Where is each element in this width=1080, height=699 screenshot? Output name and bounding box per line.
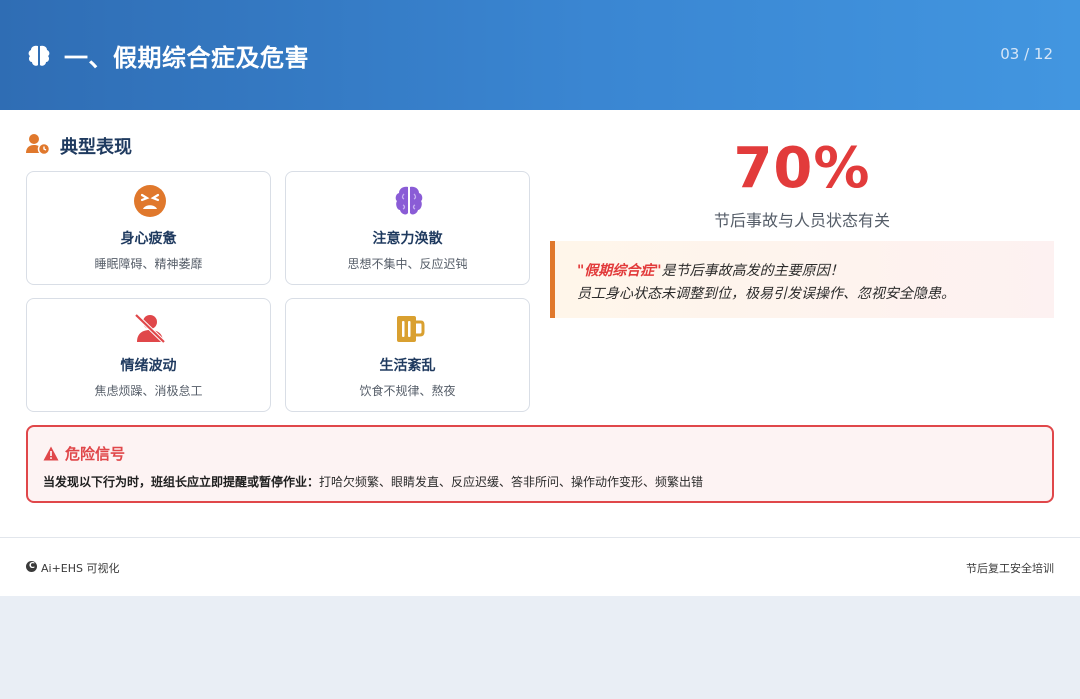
callout-quote: "假期综合症"是节后事故高发的主要原因！ 员工身心状态未调整到位，极易引发误操作…	[550, 241, 1054, 318]
slide: 一、假期综合症及危害 03 / 12 典型表现 身心疲惫 睡眠障碍、精神萎靡 注…	[0, 0, 1080, 596]
quote-highlight: "假期综合症"	[577, 263, 662, 279]
danger-lead: 当发现以下行为时，班组长应立即提醒或暂停作业：	[43, 475, 320, 489]
tired-face-icon	[134, 185, 166, 217]
card-title: 身心疲惫	[120, 231, 177, 247]
brain-icon	[28, 45, 50, 66]
user-slash-icon	[134, 313, 166, 344]
page-number: 03 / 12	[1000, 45, 1053, 63]
warning-triangle-icon	[43, 446, 59, 461]
card-title: 情绪波动	[120, 358, 177, 374]
symptom-card-mood-swings: 情绪波动 焦虑烦躁、消极怠工	[26, 298, 271, 412]
copyright-logo-icon: C	[26, 561, 37, 572]
stat-value: 70%	[733, 136, 871, 201]
symptom-card-distraction: 注意力涣散 思想不集中、反应迟钝	[285, 171, 530, 285]
logo-letter: C	[29, 561, 35, 570]
symptom-card-irregular-life: 生活紊乱 饮食不规律、熬夜	[285, 298, 530, 412]
card-description: 饮食不规律、熬夜	[359, 384, 456, 398]
card-title: 注意力涣散	[372, 231, 443, 247]
danger-signal-box: 危险信号 当发现以下行为时，班组长应立即提醒或暂停作业：打哈欠频繁、眼睛发直、反…	[26, 425, 1054, 503]
brain-icon	[395, 186, 423, 215]
quote-line-1: "假期综合症"是节后事故高发的主要原因！	[577, 260, 844, 280]
danger-signals: 打哈欠频繁、眼睛发直、反应迟缓、答非所问、操作动作变形、频繁出错	[319, 475, 704, 489]
header-bar: 一、假期综合症及危害 03 / 12	[0, 0, 1080, 110]
symptom-card-fatigue: 身心疲惫 睡眠障碍、精神萎靡	[26, 171, 271, 285]
footer-course-name: 节后复工安全培训	[966, 562, 1054, 575]
card-description: 思想不集中、反应迟钝	[347, 257, 468, 271]
user-clock-icon	[26, 134, 50, 155]
danger-title: 危险信号	[65, 445, 126, 463]
footer-divider	[0, 537, 1080, 538]
card-description: 焦虑烦躁、消极怠工	[94, 384, 203, 398]
beer-mug-icon	[397, 316, 425, 342]
quote-line-2: 员工身心状态未调整到位，极易引发误操作、忽视安全隐患。	[577, 286, 955, 302]
card-title: 生活紊乱	[379, 358, 436, 374]
danger-text: 当发现以下行为时，班组长应立即提醒或暂停作业：打哈欠频繁、眼睛发直、反应迟缓、答…	[43, 473, 703, 490]
card-description: 睡眠障碍、精神萎靡	[94, 257, 203, 271]
page-title: 一、假期综合症及危害	[64, 44, 309, 72]
section-title: 典型表现	[60, 137, 132, 158]
quote-line-1-rest: 是节后事故高发的主要原因！	[661, 263, 844, 279]
stat-label: 节后事故与人员状态有关	[713, 211, 890, 230]
footer-brand: Ai+EHS 可视化	[41, 562, 120, 575]
